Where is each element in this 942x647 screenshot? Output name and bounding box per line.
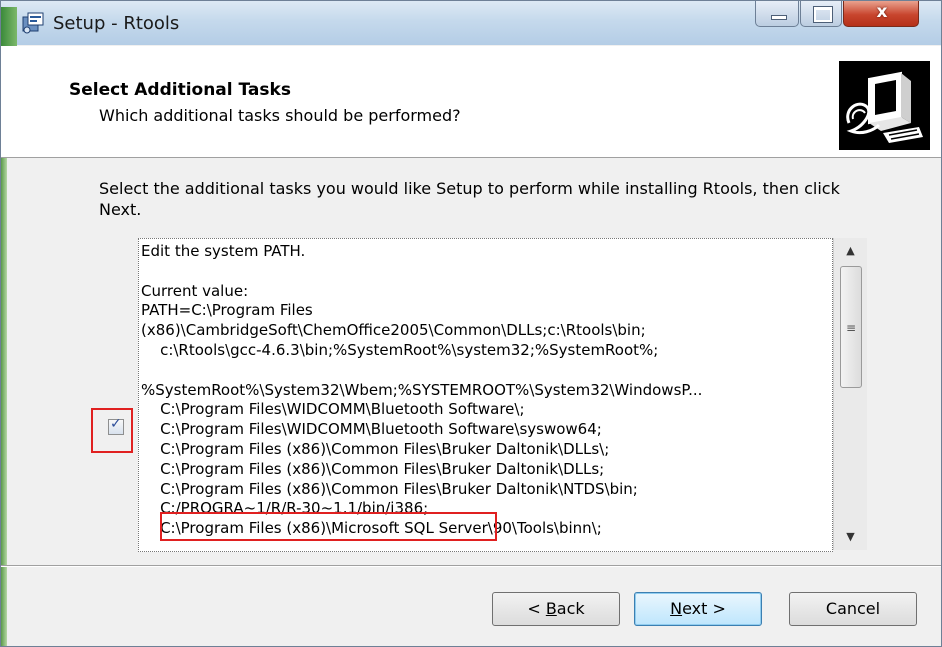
title-bar[interactable]: Setup - Rtools x (1, 1, 941, 47)
task-line: Edit the system PATH. (141, 242, 306, 260)
task-line: c:\Rtools\gcc-4.6.3\bin;%SystemRoot%\sys… (141, 340, 659, 359)
setup-window: Setup - Rtools x Select Additional Tasks… (0, 0, 942, 647)
close-icon: x (876, 2, 888, 22)
page-subtitle: Which additional tasks should be perform… (99, 106, 461, 125)
back-button[interactable]: < Back (492, 592, 620, 626)
scroll-down-button[interactable]: ▼ (834, 524, 867, 550)
minimize-icon (771, 15, 787, 20)
vertical-scrollbar[interactable]: ▲ ≡ ▼ (833, 238, 867, 550)
maximize-button[interactable] (800, 1, 842, 27)
task-list[interactable]: Edit the system PATH. Current value: PAT… (138, 238, 833, 552)
window-title: Setup - Rtools (53, 13, 180, 34)
footer-divider (1, 565, 941, 567)
installer-computer-logo-icon (839, 61, 930, 150)
task-label-text[interactable]: Edit the system PATH. Current value: PAT… (141, 242, 702, 539)
annotation-highlight-r-path (160, 512, 497, 541)
next-accel-key: N (670, 599, 683, 618)
next-label-rest: ext > (682, 599, 726, 618)
setup-app-icon (22, 12, 44, 34)
task-line: C:\Program Files\WIDCOMM\Bluetooth Softw… (141, 400, 525, 419)
task-line: C:\Program Files (x86)\Common Files\Bruk… (141, 479, 638, 498)
back-label-rest: ack (556, 599, 585, 618)
cancel-button[interactable]: Cancel (789, 592, 917, 626)
minimize-button[interactable] (755, 1, 799, 27)
back-prefix: < (527, 599, 546, 618)
scroll-up-arrow-icon: ▲ (846, 244, 855, 257)
scroll-grip-icon: ≡ (846, 321, 857, 335)
window-edge-stripe (1, 158, 7, 646)
instruction-text: Select the additional tasks you would li… (99, 179, 840, 219)
task-line: PATH=C:\Program Files (141, 301, 313, 320)
task-line: C:\Program Files\WIDCOMM\Bluetooth Softw… (141, 420, 602, 439)
task-line: C:\Program Files (x86)\Common Files\Bruk… (141, 459, 605, 478)
scroll-thumb[interactable]: ≡ (840, 266, 862, 388)
annotation-highlight-checkbox (91, 408, 133, 453)
wizard-header: Select Additional Tasks Which additional… (1, 46, 941, 158)
task-line: C:\Program Files (x86)\Common Files\Bruk… (141, 439, 610, 458)
scroll-down-arrow-icon: ▼ (846, 530, 855, 543)
scroll-up-button[interactable]: ▲ (834, 238, 867, 264)
back-accel-key: B (545, 599, 557, 618)
close-button[interactable]: x (843, 1, 919, 27)
task-line: (x86)\CambridgeSoft\ChemOffice2005\Commo… (141, 321, 646, 340)
task-line: %SystemRoot%\System32\Wbem;%SYSTEMROOT%\… (141, 380, 703, 399)
page-title: Select Additional Tasks (69, 80, 291, 100)
maximize-icon (813, 6, 833, 23)
task-line: Current value: (141, 281, 249, 300)
next-button[interactable]: Next > (634, 592, 762, 626)
